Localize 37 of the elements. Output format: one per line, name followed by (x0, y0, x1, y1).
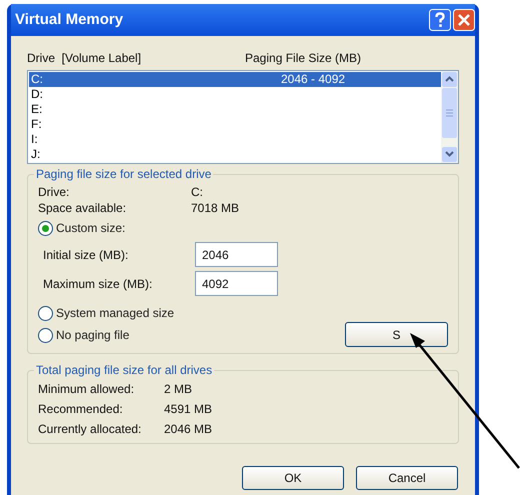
group-title: Paging file size for selected drive (34, 166, 214, 182)
group-title: Total paging file size for all drives (34, 362, 214, 378)
dialog-button[interactable]: Cancel (356, 466, 458, 490)
info-value: 7018 MB (191, 200, 240, 216)
total-label: Minimum allowed: (38, 381, 136, 398)
drive-row[interactable]: D: (29, 87, 441, 102)
radio-button[interactable] (38, 220, 53, 236)
drive-row[interactable]: I: (29, 132, 441, 147)
help-icon[interactable] (429, 9, 451, 31)
info-label: Space available: (38, 200, 128, 216)
radio-label: System managed size (56, 305, 174, 322)
column-header: Drive [Volume Label] (27, 50, 142, 67)
radio-button[interactable] (38, 306, 53, 320)
window-title: Virtual Memory (15, 10, 124, 30)
total-value: 4591 MB (164, 401, 212, 418)
drive-row[interactable]: E: (29, 102, 441, 117)
drive-row[interactable]: F: (29, 117, 441, 132)
input-field[interactable]: 2046 (195, 242, 278, 267)
dialog-button[interactable]: OK (242, 466, 344, 490)
radio-button[interactable] (38, 328, 53, 342)
drive-row[interactable]: C: 2046 - 4092 (29, 72, 441, 87)
info-label: Drive: (38, 184, 70, 200)
radio-label: Custom size: (56, 220, 126, 237)
info-value: C: (191, 184, 203, 200)
input-field[interactable]: 4092 (195, 271, 278, 296)
set-button[interactable]: S (345, 322, 448, 347)
close-icon[interactable] (453, 9, 475, 31)
total-value: 2046 MB (164, 421, 212, 438)
drive-row[interactable]: J: (29, 147, 441, 162)
total-value: 2 MB (164, 381, 192, 398)
column-header: Paging File Size (MB) (245, 50, 362, 67)
total-label: Currently allocated: (38, 421, 142, 438)
field-label: Initial size (MB): (43, 246, 130, 264)
radio-label: No paging file (56, 327, 130, 344)
scrollbar[interactable] (441, 71, 458, 163)
total-label: Recommended: (38, 401, 124, 418)
field-label: Maximum size (MB): (43, 276, 154, 292)
